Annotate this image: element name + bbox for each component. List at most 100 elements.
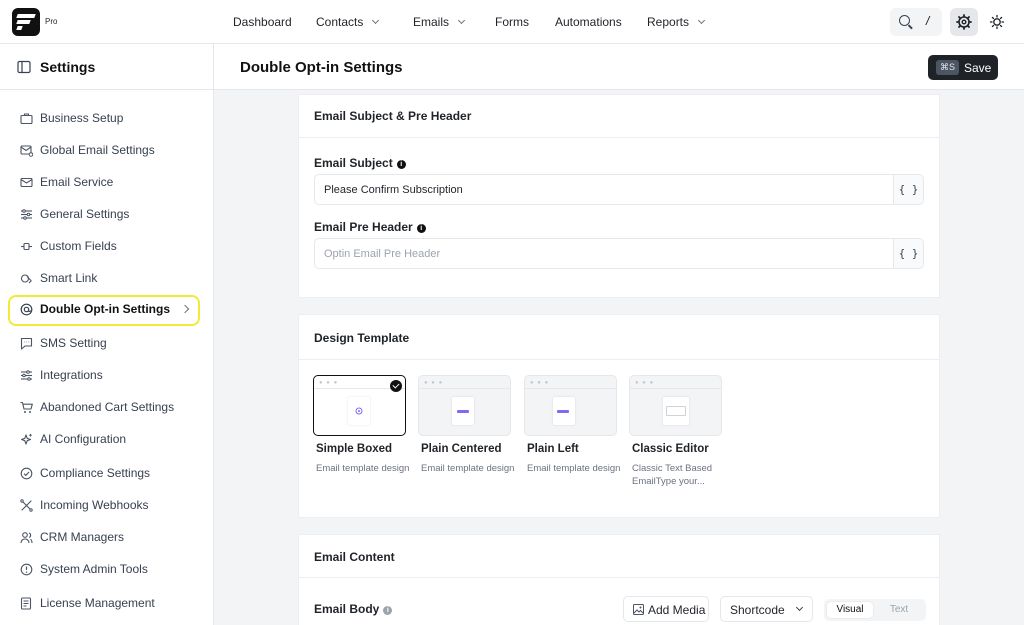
page-title: Double Opt-in Settings xyxy=(240,59,403,76)
sidebar-item-email-service[interactable]: Email Service xyxy=(8,168,200,196)
envelope-icon xyxy=(20,177,33,188)
settings-button[interactable] xyxy=(950,8,978,36)
search-shortcut-key: / xyxy=(926,14,930,28)
sidebar-item-label: AI Configuration xyxy=(40,432,127,446)
link-icon xyxy=(20,274,32,284)
chevron-down-icon xyxy=(697,16,706,25)
sidebar-item-crm-managers[interactable]: CRM Managers xyxy=(8,523,200,551)
sidebar-item-business-setup[interactable]: Business Setup xyxy=(8,104,200,132)
sidebar-item-double-opt-in-settings[interactable]: Double Opt-in Settings xyxy=(8,295,200,326)
mail-settings-icon xyxy=(20,145,33,157)
template-name: Plain Left xyxy=(527,443,579,455)
pro-badge: Pro xyxy=(45,17,58,26)
sidebar-item-label: Custom Fields xyxy=(40,239,117,253)
page-header: Double Opt-in Settings ⌘S Save xyxy=(214,44,1024,90)
tab-visual[interactable]: Visual xyxy=(827,602,873,618)
save-button-label: Save xyxy=(964,61,992,75)
sun-icon xyxy=(989,14,1005,30)
sidebar-item-label: Compliance Settings xyxy=(40,466,151,480)
email-subject-input[interactable]: Please Confirm Subscription { } xyxy=(314,174,924,205)
selected-check-icon xyxy=(390,380,402,392)
nav-dashboard[interactable]: Dashboard xyxy=(233,0,292,44)
email-preheader-input[interactable]: Optin Email Pre Header { } xyxy=(314,238,924,269)
nav-reports[interactable]: Reports xyxy=(647,0,706,44)
sidebar-item-general-settings[interactable]: General Settings xyxy=(8,200,200,228)
sidebar-item-label: Integrations xyxy=(40,368,103,382)
sidebar-title: Settings xyxy=(40,59,96,75)
card-header: Design Template xyxy=(299,315,939,360)
license-icon xyxy=(20,597,32,610)
sidebar-item-label: Smart Link xyxy=(40,271,98,285)
template-description: Email template design xyxy=(421,463,515,474)
info-icon[interactable]: i xyxy=(416,224,426,233)
at-icon xyxy=(20,303,33,316)
shortcode-dropdown[interactable]: Shortcode xyxy=(720,596,813,622)
sidebar-item-abandoned-cart-settings[interactable]: Abandoned Cart Settings xyxy=(8,393,200,421)
nav-forms[interactable]: Forms xyxy=(495,0,529,44)
template-name: Simple Boxed xyxy=(316,443,393,455)
sidebar-item-integrations[interactable]: Integrations xyxy=(8,361,200,389)
email-body-label: Email Body i xyxy=(314,602,393,616)
shortcode-button[interactable]: { } xyxy=(893,175,923,204)
sidebar-item-label: System Admin Tools xyxy=(40,562,148,576)
sparkle-icon xyxy=(20,434,32,445)
briefcase-icon xyxy=(20,113,33,125)
sidebar-item-label: Abandoned Cart Settings xyxy=(40,400,175,414)
template-thumbnail: ● ● ● xyxy=(629,375,722,436)
template-name: Plain Centered xyxy=(421,443,502,455)
info-icon[interactable]: i xyxy=(383,606,393,615)
sidebar-item-sms-setting[interactable]: SMS Setting xyxy=(8,329,200,357)
email-subject-label: Email Subject i xyxy=(314,156,406,170)
sidebar-item-smart-link[interactable]: Smart Link xyxy=(8,264,200,292)
email-subject-card: Email Subject & Pre Header Email Subject… xyxy=(298,94,940,298)
check-circle-icon xyxy=(20,467,33,480)
card-header: Email Subject & Pre Header xyxy=(299,95,939,138)
nav-contacts[interactable]: Contacts xyxy=(316,0,380,44)
card-title: Email Subject & Pre Header xyxy=(314,109,472,123)
card-header: Email Content xyxy=(299,535,939,578)
sidebar-item-label: Global Email Settings xyxy=(40,143,155,157)
search-icon xyxy=(899,15,910,26)
sidebar-item-global-email-settings[interactable]: Global Email Settings xyxy=(8,136,200,164)
search-button[interactable]: / xyxy=(890,8,942,36)
info-icon[interactable]: i xyxy=(396,160,406,169)
nav-automations[interactable]: Automations xyxy=(555,0,622,44)
editor-mode-tabs: Visual Text xyxy=(824,599,926,621)
nav-emails[interactable]: Emails xyxy=(413,0,466,44)
template-description: Classic Text Based EmailType your... xyxy=(632,463,713,487)
chevron-right-icon xyxy=(180,304,190,314)
chevron-down-icon xyxy=(372,16,380,25)
email-preheader-label: Email Pre Header i xyxy=(314,220,426,234)
sidebar-item-ai-configuration[interactable]: AI Configuration xyxy=(8,425,200,453)
shortcode-label: Shortcode xyxy=(730,603,785,617)
template-thumbnail: ● ● ● xyxy=(524,375,617,436)
settings-sidebar: Settings Business Setup Global Email Set… xyxy=(0,44,214,625)
add-media-button[interactable]: Add Media xyxy=(623,596,709,622)
cart-icon xyxy=(20,401,33,413)
card-title: Email Content xyxy=(314,550,395,564)
sidebar-item-license-management[interactable]: License Management xyxy=(8,589,200,617)
add-media-label: Add Media xyxy=(648,603,706,617)
sidebar-panel-icon[interactable] xyxy=(17,60,31,74)
fluentcrm-logo[interactable] xyxy=(12,8,40,36)
template-thumbnail: ● ● ● xyxy=(313,375,406,436)
sidebar-item-label: License Management xyxy=(40,596,155,610)
save-shortcut-key: ⌘S xyxy=(936,60,960,75)
shortcode-button[interactable]: { } xyxy=(893,239,923,268)
custom-fields-icon xyxy=(21,242,32,251)
sidebar-header: Settings xyxy=(0,44,213,90)
email-preheader-placeholder: Optin Email Pre Header xyxy=(324,248,441,260)
sidebar-item-system-admin-tools[interactable]: System Admin Tools xyxy=(8,555,200,583)
sidebar-item-custom-fields[interactable]: Custom Fields xyxy=(8,232,200,260)
save-button[interactable]: ⌘S Save xyxy=(928,55,998,80)
image-icon xyxy=(633,604,644,615)
template-thumbnail: ● ● ● xyxy=(418,375,511,436)
sidebar-item-label: Double Opt-in Settings xyxy=(40,302,170,316)
sidebar-item-label: SMS Setting xyxy=(40,336,107,350)
sidebar-item-incoming-webhooks[interactable]: Incoming Webhooks xyxy=(8,491,200,519)
template-description: Email template design xyxy=(527,463,621,474)
tab-text[interactable]: Text xyxy=(876,602,922,618)
sliders-icon xyxy=(21,209,32,220)
theme-toggle-button[interactable] xyxy=(985,8,1009,36)
sidebar-item-compliance-settings[interactable]: Compliance Settings xyxy=(8,459,200,487)
